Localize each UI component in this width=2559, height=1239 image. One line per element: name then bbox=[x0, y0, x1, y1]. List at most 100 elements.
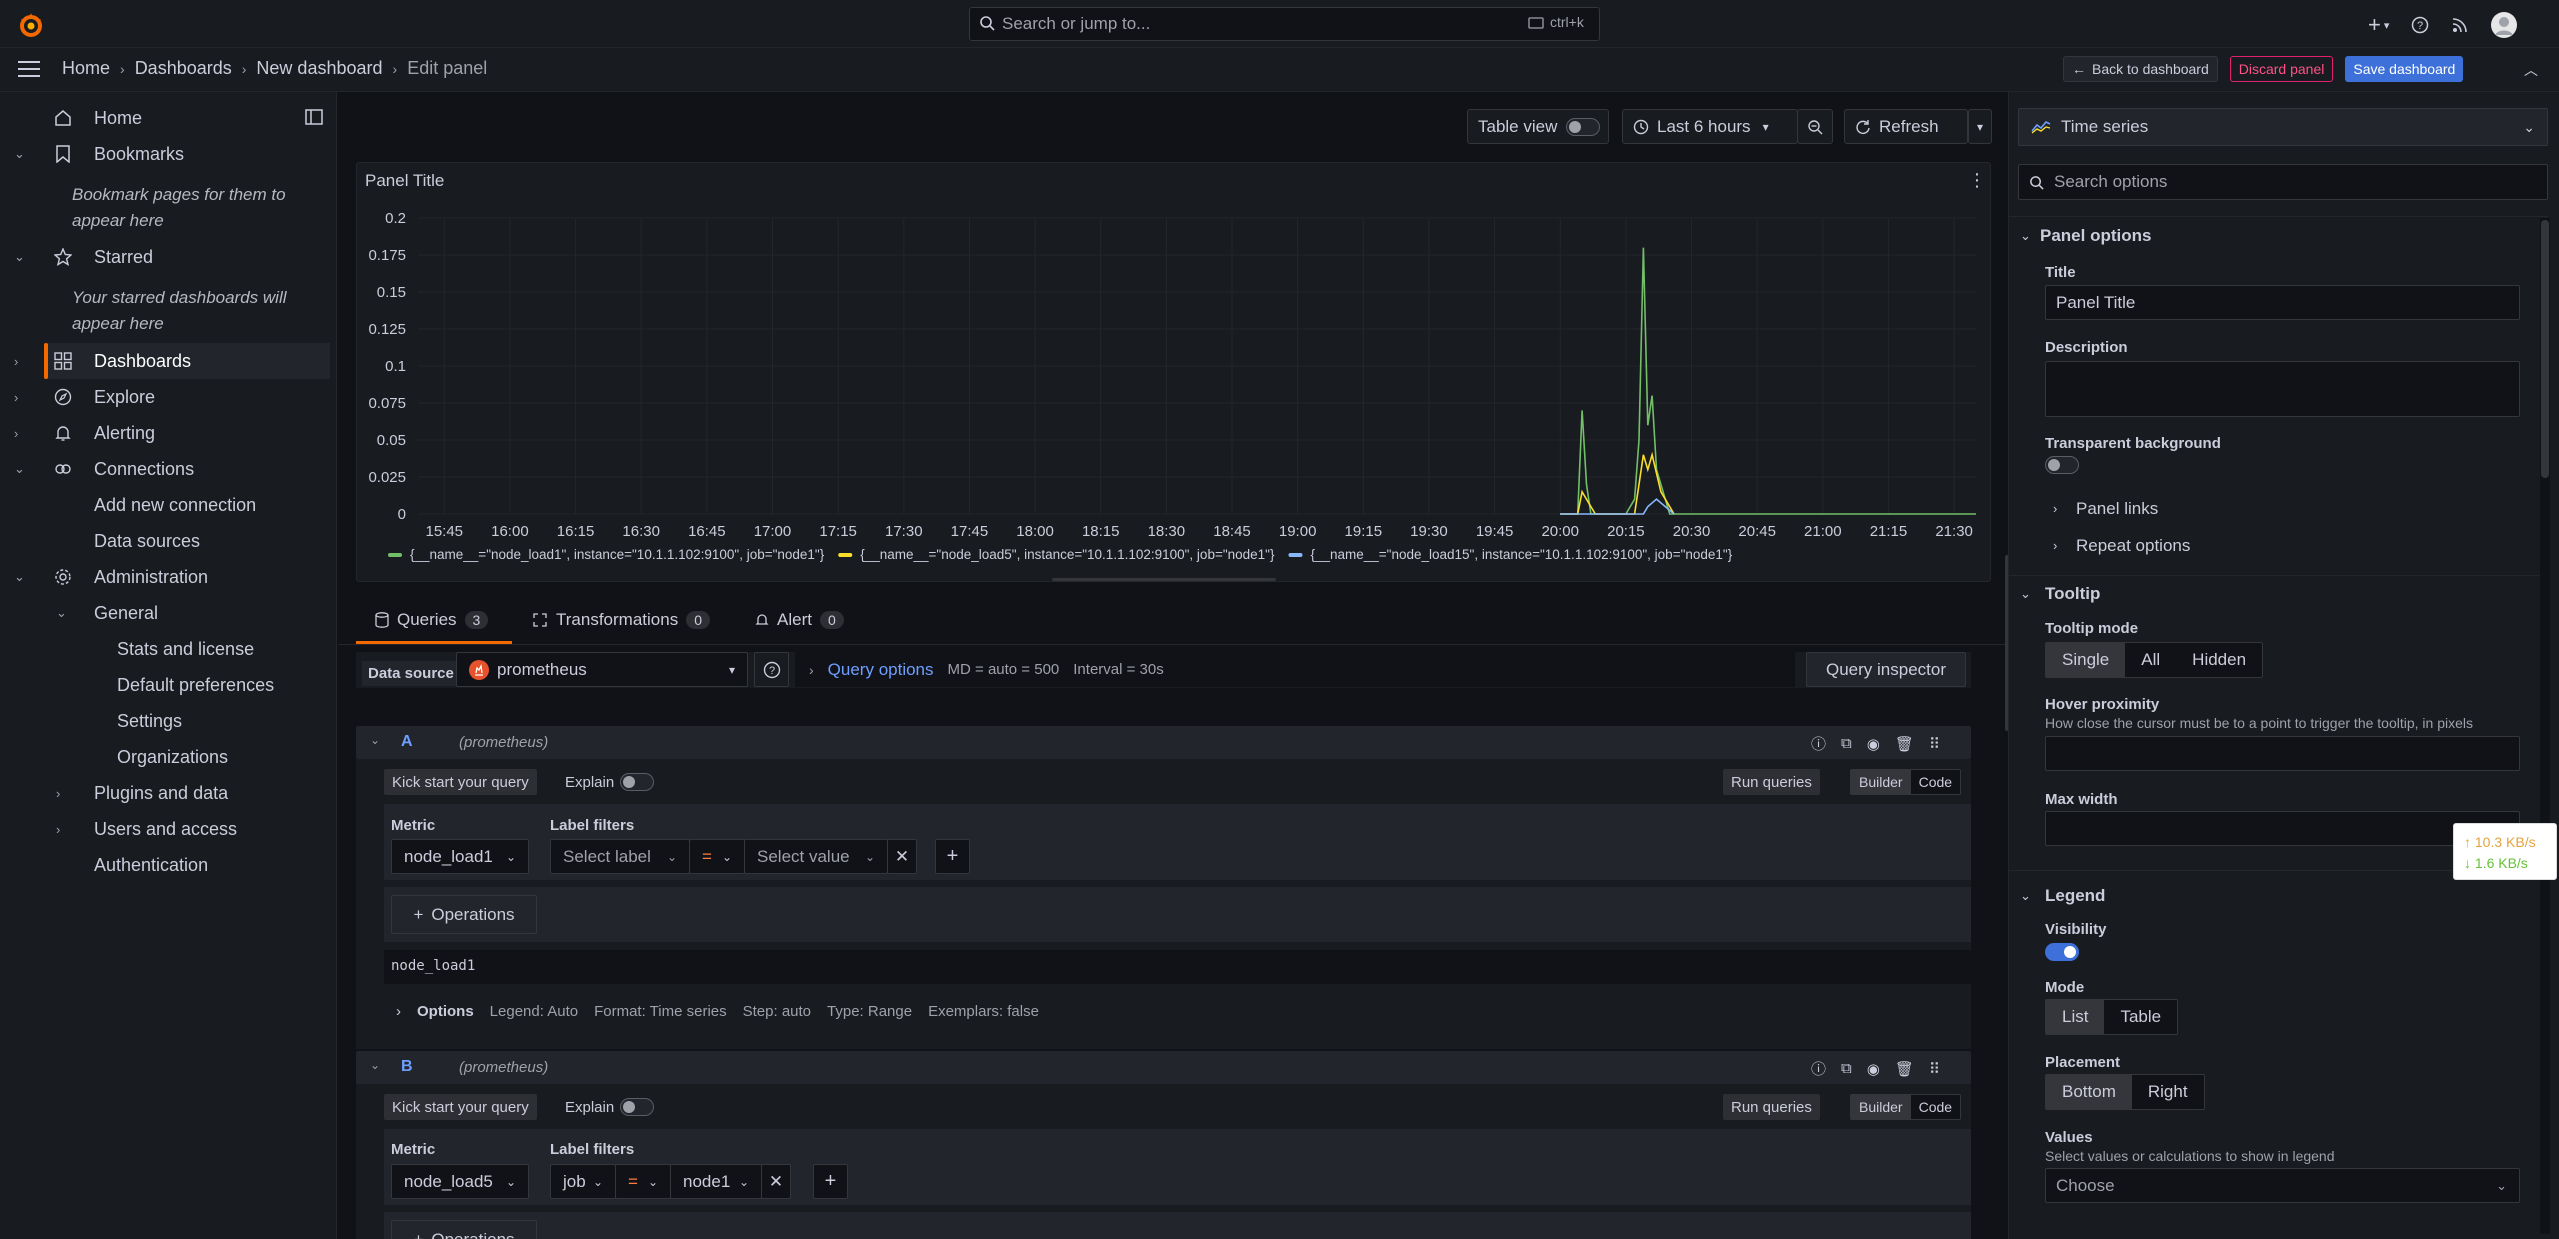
label-key-select[interactable]: Select label ⌄ bbox=[550, 839, 690, 874]
sidebar-item-add-connection[interactable]: Add new connection bbox=[0, 487, 330, 523]
chevron-down-icon[interactable]: ⌄ bbox=[14, 249, 25, 265]
operator-select[interactable]: = ⌄ bbox=[689, 839, 745, 874]
builder-code-toggle[interactable]: Builder Code bbox=[1850, 1094, 1962, 1120]
chevron-down-icon[interactable]: ⌄ bbox=[370, 1058, 380, 1072]
refresh-button[interactable]: Refresh bbox=[1844, 109, 1968, 144]
chevron-right-icon[interactable]: › bbox=[14, 390, 18, 405]
discard-panel-button[interactable]: Discard panel bbox=[2229, 56, 2334, 82]
sidebar-item-explore[interactable]: › Explore bbox=[0, 379, 330, 415]
panel-options-section[interactable]: Panel options bbox=[2040, 226, 2151, 246]
time-range-picker[interactable]: Last 6 hours ▾ bbox=[1622, 109, 1798, 144]
tooltip-section[interactable]: Tooltip bbox=[2045, 584, 2100, 604]
search-options-input[interactable]: Search options bbox=[2018, 164, 2548, 200]
chevron-down-icon[interactable]: ⌄ bbox=[14, 569, 25, 585]
duplicate-icon[interactable]: ⧉ bbox=[1841, 735, 1852, 752]
sidebar-item-connections[interactable]: ⌄ Connections bbox=[0, 451, 330, 487]
drag-handle-icon[interactable]: ⠿ bbox=[1929, 735, 1940, 753]
explain-switch[interactable] bbox=[620, 1098, 654, 1116]
query-options-bar[interactable]: › Query options MD = auto = 500 Interval… bbox=[795, 652, 1795, 687]
datasource-picker[interactable]: prometheus ▾ bbox=[456, 652, 748, 687]
builder-option[interactable]: Builder bbox=[1851, 770, 1911, 794]
code-option[interactable]: Code bbox=[1911, 770, 1960, 794]
hover-proximity-input[interactable] bbox=[2045, 736, 2520, 771]
trash-icon[interactable]: 🗑 bbox=[1895, 735, 1914, 753]
operations-button[interactable]: + Operations bbox=[391, 1220, 537, 1239]
tab-alert[interactable]: Alert 0 bbox=[755, 610, 844, 630]
description-textarea[interactable] bbox=[2045, 361, 2520, 417]
back-to-dashboard-button[interactable]: ← Back to dashboard bbox=[2063, 56, 2218, 82]
tooltip-single-option[interactable]: Single bbox=[2046, 643, 2126, 677]
avatar[interactable] bbox=[2491, 12, 2518, 38]
query-inspector-button[interactable]: Query inspector bbox=[1806, 652, 1966, 687]
duplicate-icon[interactable]: ⧉ bbox=[1841, 1060, 1852, 1077]
placement-right-option[interactable]: Right bbox=[2132, 1075, 2204, 1109]
chevron-right-icon[interactable]: › bbox=[56, 822, 60, 837]
refresh-interval-dropdown[interactable]: ▾ bbox=[1968, 109, 1992, 144]
transparent-switch[interactable] bbox=[2045, 456, 2079, 474]
builder-option[interactable]: Builder bbox=[1851, 1095, 1911, 1119]
chevron-right-icon[interactable]: › bbox=[14, 354, 18, 369]
tab-queries[interactable]: Queries 3 bbox=[375, 610, 489, 630]
breadcrumb-home[interactable]: Home bbox=[62, 58, 110, 79]
remove-filter-button[interactable]: ✕ bbox=[887, 839, 917, 874]
sidebar-item-plugins[interactable]: › Plugins and data bbox=[0, 775, 330, 811]
drag-handle-icon[interactable]: ⠿ bbox=[1929, 1060, 1940, 1078]
query-b-header[interactable] bbox=[356, 1051, 1971, 1084]
sidebar-item-stats[interactable]: Stats and license bbox=[0, 631, 330, 667]
builder-code-toggle[interactable]: Builder Code bbox=[1850, 769, 1962, 795]
save-dashboard-button[interactable]: Save dashboard bbox=[2345, 56, 2464, 82]
legend-placement-toggle[interactable]: Bottom Right bbox=[2045, 1074, 2205, 1110]
sidebar-item-starred[interactable]: ⌄ Starred bbox=[0, 239, 330, 275]
collapse-icon[interactable]: ︿ bbox=[2524, 60, 2538, 80]
operator-select[interactable]: = ⌄ bbox=[615, 1164, 671, 1199]
sidebar-item-bookmarks[interactable]: ⌄ Bookmarks bbox=[0, 136, 330, 172]
sidebar-item-alerting[interactable]: › Alerting bbox=[0, 415, 330, 451]
legend-list-option[interactable]: List bbox=[2046, 1000, 2105, 1034]
legend-section[interactable]: Legend bbox=[2045, 886, 2105, 906]
tooltip-hidden-option[interactable]: Hidden bbox=[2176, 643, 2262, 677]
panel-menu-icon[interactable]: ⋮ bbox=[1968, 170, 1986, 191]
repeat-options-section[interactable]: Repeat options bbox=[2076, 536, 2190, 556]
kick-start-button[interactable]: Kick start your query bbox=[384, 1094, 537, 1120]
operations-button[interactable]: + Operations bbox=[391, 895, 537, 934]
add-filter-button[interactable]: + bbox=[935, 839, 970, 874]
chevron-down-icon[interactable]: ⌄ bbox=[2020, 888, 2031, 904]
tooltip-mode-toggle[interactable]: Single All Hidden bbox=[2045, 642, 2264, 678]
chevron-right-icon[interactable]: › bbox=[14, 426, 18, 441]
chevron-down-icon[interactable]: ⌄ bbox=[2020, 228, 2031, 244]
values-select[interactable]: Choose ⌄ bbox=[2045, 1168, 2520, 1203]
chevron-down-icon[interactable]: ⌄ bbox=[2020, 586, 2031, 602]
add-filter-button[interactable]: + bbox=[813, 1164, 848, 1199]
code-option[interactable]: Code bbox=[1911, 1095, 1960, 1119]
legend-mode-toggle[interactable]: List Table bbox=[2045, 999, 2179, 1035]
chevron-down-icon[interactable]: ⌄ bbox=[370, 733, 380, 747]
label-value-select[interactable]: Select value ⌄ bbox=[744, 839, 888, 874]
label-value-select[interactable]: node1 ⌄ bbox=[670, 1164, 762, 1199]
help-icon[interactable]: ⓘ bbox=[1811, 1058, 1826, 1079]
legend-visibility-switch[interactable] bbox=[2045, 943, 2079, 961]
sidebar-item-administration[interactable]: ⌄ Administration bbox=[0, 559, 330, 595]
query-options-link[interactable]: Query options bbox=[828, 660, 934, 680]
run-queries-button[interactable]: Run queries bbox=[1723, 769, 1820, 795]
zoom-out-button[interactable] bbox=[1797, 109, 1833, 144]
sidebar-item-general[interactable]: ⌄ General bbox=[0, 595, 330, 631]
eye-icon[interactable]: ◉ bbox=[1867, 735, 1880, 753]
grafana-logo-icon[interactable] bbox=[17, 11, 45, 39]
metric-select[interactable]: node_load5 ⌄ bbox=[391, 1164, 529, 1199]
chevron-down-icon[interactable]: ⌄ bbox=[14, 461, 25, 477]
plus-icon[interactable]: + ▾ bbox=[2368, 12, 2389, 38]
table-view-switch[interactable] bbox=[1566, 118, 1600, 136]
datasource-help-button[interactable]: ? bbox=[754, 652, 789, 687]
eye-icon[interactable]: ◉ bbox=[1867, 1060, 1880, 1078]
label-key-select[interactable]: job ⌄ bbox=[550, 1164, 616, 1199]
kick-start-button[interactable]: Kick start your query bbox=[384, 769, 537, 795]
sidebar-item-home[interactable]: Home bbox=[0, 100, 330, 136]
chevron-right-icon[interactable]: › bbox=[2053, 538, 2057, 553]
help-icon[interactable]: ⓘ bbox=[1811, 733, 1826, 754]
sidebar-row-dashboards[interactable]: › Dashboards bbox=[0, 343, 330, 379]
menu-icon[interactable] bbox=[18, 61, 40, 77]
sidebar-item-authentication[interactable]: Authentication bbox=[0, 847, 330, 883]
table-view-toggle[interactable]: Table view bbox=[1467, 109, 1609, 144]
chevron-right-icon[interactable]: › bbox=[56, 786, 60, 801]
tooltip-all-option[interactable]: All bbox=[2125, 643, 2176, 677]
